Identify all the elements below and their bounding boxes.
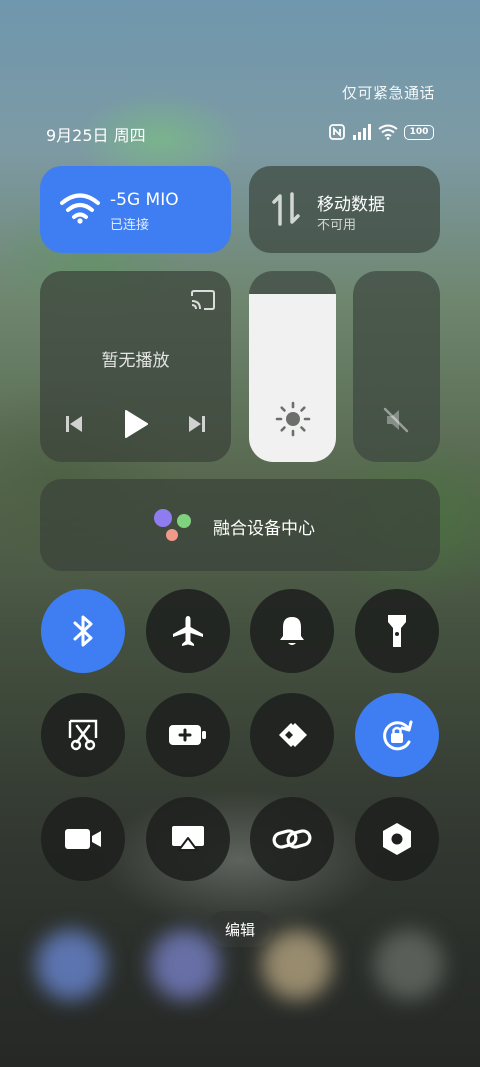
wifi-icon	[60, 193, 100, 224]
screenshot-toggle[interactable]	[41, 693, 125, 777]
nfc-icon	[329, 124, 345, 140]
brightness-slider[interactable]	[249, 271, 336, 462]
share-arrows-icon	[279, 723, 307, 747]
mobile-data-icon	[272, 192, 300, 226]
airplane-icon	[173, 616, 203, 646]
mobile-data-tile[interactable]: 移动数据 不可用	[249, 166, 440, 253]
edit-button[interactable]: 编辑	[207, 911, 273, 947]
next-icon[interactable]	[187, 414, 207, 434]
media-player-tile: 暂无播放	[40, 271, 231, 462]
screen-record-toggle[interactable]	[41, 797, 125, 881]
bluetooth-toggle[interactable]	[41, 589, 125, 673]
brightness-sun-icon	[275, 401, 311, 437]
ring-mode-toggle[interactable]	[250, 589, 334, 673]
cast-icon[interactable]	[190, 289, 216, 311]
link-icon	[272, 829, 312, 849]
date-text: 9月25日 周四	[46, 126, 146, 145]
nearby-share-toggle[interactable]	[250, 693, 334, 777]
play-icon[interactable]	[123, 409, 149, 439]
wifi-tile[interactable]: -5G MIO 已连接	[40, 166, 231, 253]
flashlight-toggle[interactable]	[355, 589, 439, 673]
status-icons: 100	[328, 122, 434, 142]
battery-icon: 100	[404, 124, 434, 140]
bell-icon	[280, 617, 304, 645]
blurred-dock-app	[150, 930, 220, 1000]
mobile-data-status: 不可用	[317, 218, 357, 233]
signal-icon	[353, 124, 371, 140]
blurred-dock-app	[262, 930, 332, 1000]
fusion-device-center-icon	[154, 509, 191, 541]
media-controls	[40, 409, 231, 439]
emergency-call-only-text: 仅可紧急通话	[342, 84, 436, 102]
blurred-dock-app	[36, 930, 106, 1000]
rotation-lock-toggle[interactable]	[355, 693, 439, 777]
mobile-data-label: 移动数据	[317, 195, 385, 215]
wifi-icon	[378, 124, 398, 140]
video-camera-icon	[65, 829, 101, 849]
settings-toggle[interactable]	[355, 797, 439, 881]
fusion-device-center-label: 融合设备中心	[213, 519, 315, 539]
volume-slider[interactable]	[353, 271, 440, 462]
scissors-icon	[68, 719, 98, 751]
screen-cast-toggle[interactable]	[146, 797, 230, 881]
battery-plus-icon	[169, 725, 206, 745]
wifi-network-name: -5G MIO	[110, 190, 179, 210]
previous-icon[interactable]	[64, 414, 84, 434]
fusion-device-center-tile[interactable]: 融合设备中心	[40, 479, 440, 571]
battery-saver-toggle[interactable]	[146, 693, 230, 777]
media-title: 暂无播放	[101, 351, 170, 371]
flashlight-icon	[388, 615, 406, 647]
screen-cast-icon	[172, 826, 204, 851]
bluetooth-icon	[73, 615, 93, 647]
rotation-lock-icon	[383, 720, 413, 751]
hexagon-settings-icon	[383, 823, 411, 855]
blurred-dock-app	[374, 930, 444, 1000]
airplane-mode-toggle[interactable]	[146, 589, 230, 673]
wifi-status: 已连接	[110, 218, 150, 233]
volume-mute-icon	[383, 407, 409, 433]
link-toggle[interactable]	[250, 797, 334, 881]
